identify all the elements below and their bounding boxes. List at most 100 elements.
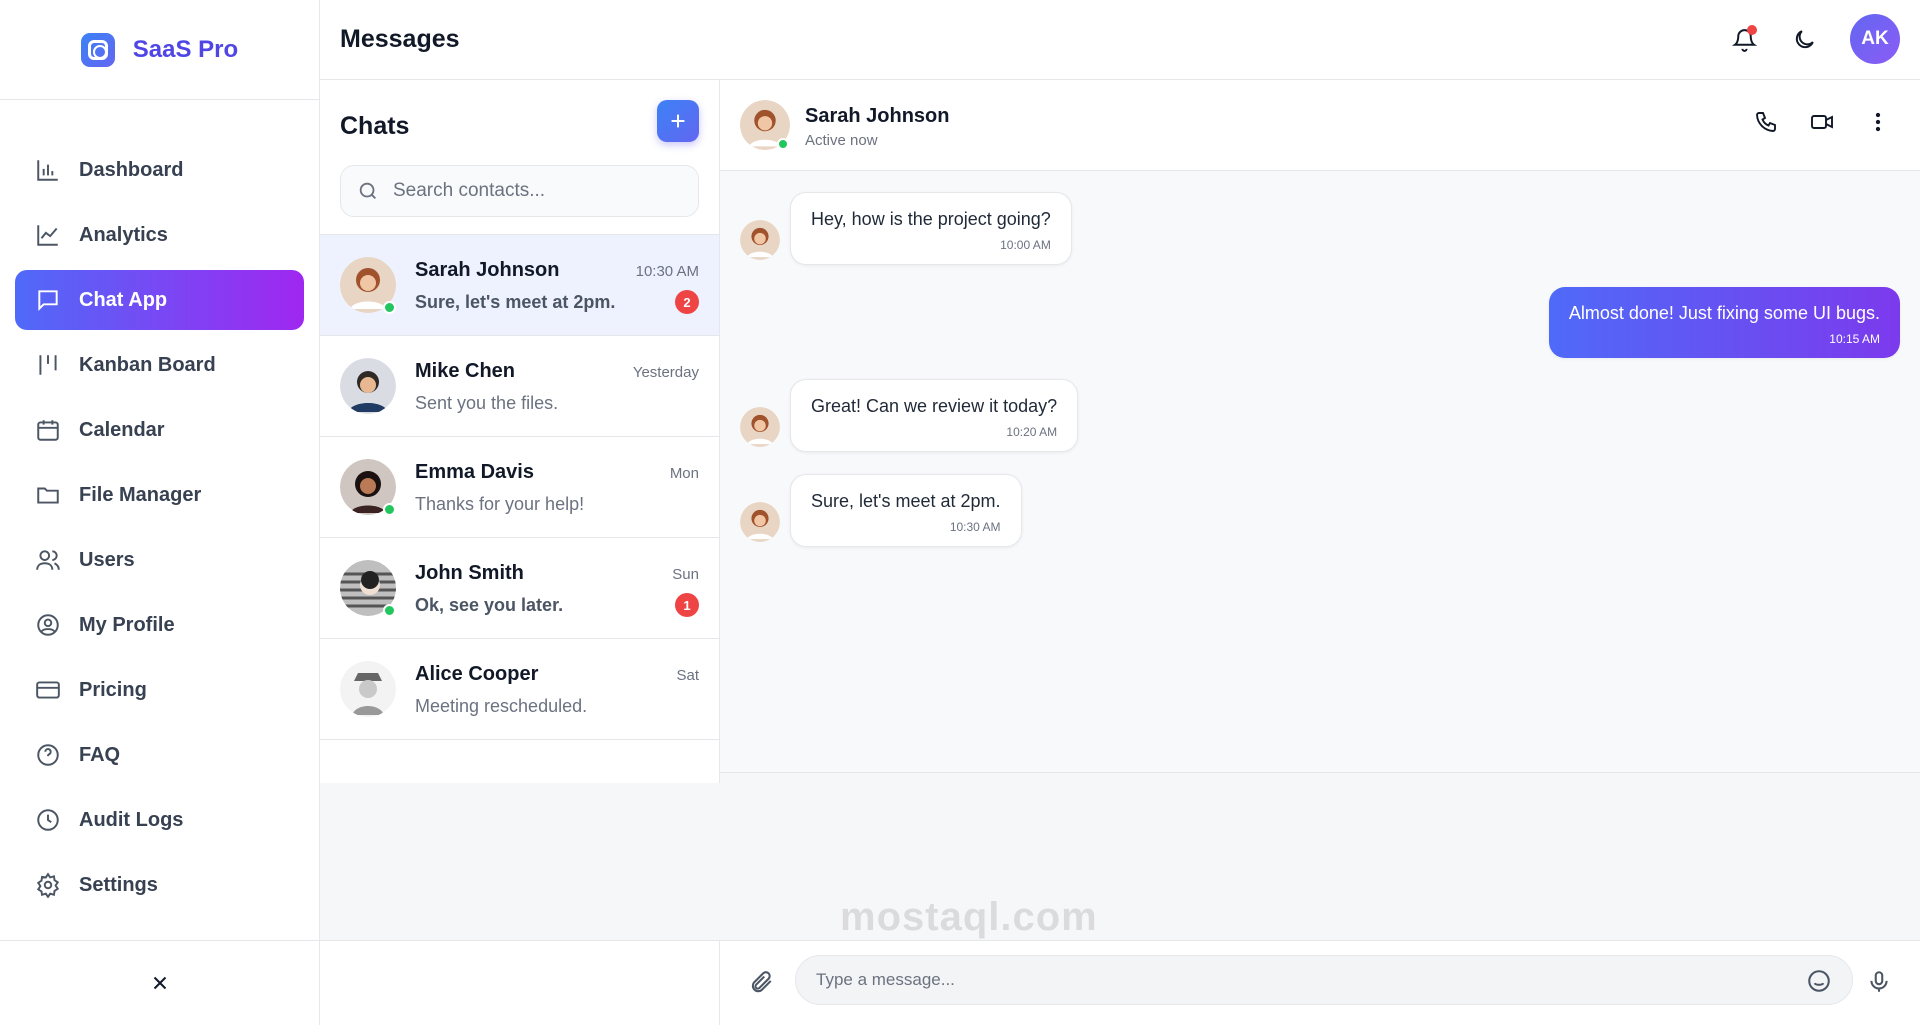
chats-title: Chats	[340, 112, 410, 140]
new-chat-button[interactable]	[657, 100, 699, 142]
page-title: Messages	[340, 25, 460, 53]
avatar	[340, 358, 396, 414]
search-box	[340, 165, 699, 217]
sidebar-item-label: File Manager	[79, 483, 202, 506]
chat-row-mike-chen[interactable]: Mike Chen Yesterday Sent you the files.	[320, 336, 719, 437]
conversation-header: Sarah Johnson Active now	[720, 80, 1920, 171]
chat-time: 10:30 AM	[635, 263, 699, 280]
sidebar-item-label: Calendar	[79, 418, 165, 441]
chat-row-john-smith[interactable]: John Smith Sun Ok, see you later. 1	[320, 538, 719, 639]
sidebar-nav: Dashboard Analytics Chat App Kanban Boar…	[0, 100, 319, 915]
chats-header: Chats	[320, 80, 719, 235]
message-time: 10:00 AM	[1000, 238, 1051, 252]
calendar-icon	[37, 420, 59, 441]
sidebar-item-file-manager[interactable]: File Manager	[15, 465, 304, 525]
user-avatar[interactable]: AK	[1850, 14, 1900, 64]
app-name: SaaS Pro	[132, 35, 239, 63]
user-circle-icon	[37, 614, 59, 636]
kanban-icon	[39, 355, 57, 375]
line-chart-icon	[37, 225, 58, 246]
sender-avatar	[740, 220, 780, 260]
online-indicator	[383, 604, 396, 617]
sidebar-item-kanban-board[interactable]: Kanban Board	[15, 335, 304, 395]
sidebar-item-label: Users	[79, 548, 135, 571]
message-text: Sure, let's meet at 2pm.	[811, 491, 1001, 511]
topbar-actions: AK	[1730, 14, 1900, 64]
online-indicator	[777, 138, 789, 150]
composer	[320, 940, 1920, 1025]
sidebar-item-label: Kanban Board	[79, 353, 216, 376]
chat-last-message: Ok, see you later.	[415, 595, 564, 615]
message-bubble: Hey, how is the project going? 10:00 AM	[790, 192, 1072, 265]
message-bubble-own: Almost done! Just fixing some UI bugs. 1…	[1548, 287, 1900, 358]
folder-icon	[37, 487, 59, 504]
sidebar-item-chat-app[interactable]: Chat App	[15, 270, 304, 330]
sidebar-collapse-button[interactable]	[0, 940, 320, 1025]
message-row: Almost done! Just fixing some UI bugs. 1…	[1539, 287, 1900, 358]
chat-last-message: Sent you the files.	[415, 393, 559, 413]
gear-icon	[36, 872, 60, 898]
chat-name: Sarah Johnson	[415, 259, 560, 281]
clock-icon	[37, 809, 59, 831]
theme-toggle-button[interactable]	[1790, 25, 1818, 53]
sidebar-item-users[interactable]: Users	[15, 530, 304, 590]
sender-avatar	[740, 407, 780, 447]
chat-time: Yesterday	[632, 364, 699, 381]
sidebar-item-my-profile[interactable]: My Profile	[15, 595, 304, 655]
smile-icon	[1808, 970, 1830, 992]
sidebar-item-settings[interactable]: Settings	[15, 855, 304, 915]
sidebar-item-faq[interactable]: FAQ	[15, 725, 304, 785]
notification-dot	[1747, 25, 1757, 35]
chat-name: Emma Davis	[415, 461, 534, 483]
voice-button[interactable]	[1866, 969, 1892, 1000]
conversation-panel: Sarah Johnson Active now Hey, how is the…	[720, 80, 1920, 773]
sidebar-item-analytics[interactable]: Analytics	[15, 205, 304, 265]
unread-badge: 1	[675, 593, 699, 617]
notifications-button[interactable]	[1730, 25, 1758, 53]
microphone-icon	[1870, 971, 1888, 992]
composer-spacer	[320, 941, 720, 1025]
chat-time: Mon	[669, 465, 699, 482]
sidebar-item-label: Pricing	[79, 678, 147, 701]
avatar	[340, 661, 396, 717]
attach-button[interactable]	[748, 969, 774, 1000]
video-icon[interactable]	[1810, 110, 1834, 134]
unread-badge: 2	[675, 290, 699, 314]
sender-avatar	[740, 502, 780, 542]
online-indicator	[383, 301, 396, 314]
chat-row-emma-davis[interactable]: Emma Davis Mon Thanks for your help!	[320, 437, 719, 538]
sidebar-item-label: Analytics	[79, 223, 168, 246]
chat-row-alice-cooper[interactable]: Alice Cooper Sat Meeting rescheduled.	[320, 639, 719, 740]
sidebar-item-dashboard[interactable]: Dashboard	[15, 140, 304, 200]
contact-status: Active now	[805, 132, 878, 149]
sidebar-item-label: My Profile	[79, 613, 175, 636]
plus-icon	[671, 114, 685, 128]
sidebar-item-calendar[interactable]: Calendar	[15, 400, 304, 460]
online-indicator	[383, 503, 396, 516]
emoji-button[interactable]	[1806, 968, 1832, 999]
sidebar-item-pricing[interactable]: Pricing	[15, 660, 304, 720]
message-input-box	[795, 955, 1853, 1005]
users-icon	[36, 550, 60, 570]
message-text: Almost done! Just fixing some UI bugs.	[1568, 303, 1880, 323]
brand[interactable]: SaaS Pro	[0, 0, 319, 100]
sidebar-item-label: Chat App	[79, 288, 168, 311]
sidebar-item-audit-logs[interactable]: Audit Logs	[15, 790, 304, 850]
more-vertical-icon[interactable]	[1866, 110, 1890, 134]
chat-row-sarah-johnson[interactable]: Sarah Johnson 10:30 AM Sure, let's meet …	[320, 235, 719, 336]
message-bubble: Sure, let's meet at 2pm. 10:30 AM	[790, 474, 1022, 547]
close-icon	[153, 976, 167, 990]
bar-chart-icon	[37, 160, 58, 181]
chat-last-message: Thanks for your help!	[415, 494, 585, 514]
message-text: Hey, how is the project going?	[811, 209, 1051, 229]
message-time: 10:30 AM	[949, 520, 1001, 534]
search-input[interactable]	[393, 180, 673, 202]
message-row: Great! Can we review it today? 10:20 AM	[740, 379, 1079, 452]
credit-card-icon	[36, 681, 60, 699]
message-row: Hey, how is the project going? 10:00 AM	[740, 192, 1072, 265]
phone-icon[interactable]	[1754, 110, 1778, 134]
message-input[interactable]	[816, 970, 1716, 990]
topbar: Messages AK	[320, 0, 1920, 80]
chat-name: John Smith	[415, 562, 524, 584]
chat-name: Mike Chen	[415, 360, 516, 382]
